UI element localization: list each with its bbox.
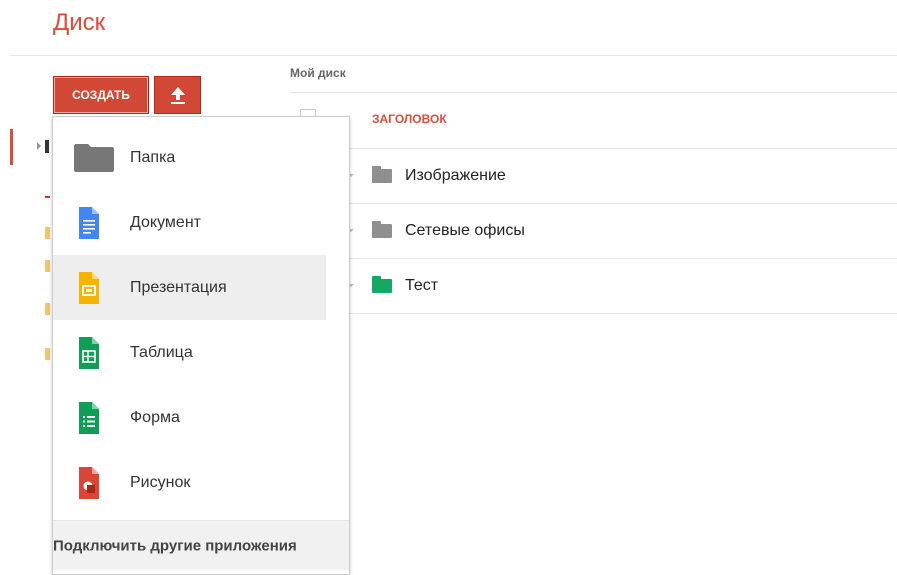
list-divider	[290, 313, 897, 314]
menu-item-label: Папка	[130, 148, 176, 166]
list-divider	[290, 92, 897, 93]
file-name[interactable]: Изображение	[405, 167, 506, 185]
sidebar-item-fragment	[45, 260, 50, 272]
list-divider	[290, 148, 897, 149]
sidebar-item-fragment	[45, 196, 50, 198]
folder-icon	[372, 221, 392, 238]
menu-item-form[interactable]: Форма	[53, 385, 326, 450]
breadcrumb[interactable]: Мой диск	[290, 66, 346, 80]
connect-apps-label: Подключить другие приложения	[53, 537, 297, 554]
sidebar-item-fragment	[45, 227, 50, 239]
file-name[interactable]: Тест	[405, 277, 438, 295]
drawing-icon	[79, 466, 99, 499]
connect-apps-item[interactable]: Подключить другие приложения	[53, 520, 349, 570]
create-menu: Папка Документ Презентация Таблица Форма…	[52, 116, 350, 575]
forms-icon	[79, 401, 99, 434]
menu-item-document[interactable]: Документ	[53, 190, 326, 255]
sidebar-item-fragment	[45, 140, 49, 153]
folder-icon	[372, 166, 392, 183]
upload-button[interactable]	[154, 76, 201, 114]
sidebar-expand-caret-icon[interactable]	[37, 142, 41, 150]
file-name[interactable]: Сетевые офисы	[405, 222, 525, 240]
menu-item-drawing[interactable]: Рисунок	[53, 450, 326, 515]
header-divider	[10, 55, 897, 56]
menu-item-label: Презентация	[130, 278, 227, 296]
menu-item-presentation[interactable]: Презентация	[53, 255, 326, 320]
create-button[interactable]: СОЗДАТЬ	[53, 76, 149, 114]
menu-item-label: Таблица	[130, 343, 193, 361]
folder-icon	[372, 276, 392, 293]
menu-item-folder[interactable]: Папка	[53, 125, 326, 190]
menu-item-label: Рисунок	[130, 473, 191, 491]
sidebar-item-fragment	[45, 303, 50, 315]
sidebar-item-fragment	[45, 348, 50, 360]
upload-arrow-icon	[170, 87, 185, 104]
title-column-header[interactable]: ЗАГОЛОВОК	[372, 112, 447, 126]
docs-icon	[79, 206, 99, 239]
folder-icon	[74, 143, 114, 172]
sidebar-active-indicator	[10, 129, 13, 165]
menu-item-spreadsheet[interactable]: Таблица	[53, 320, 326, 385]
slides-icon	[79, 271, 99, 304]
list-divider	[290, 258, 897, 259]
sheets-icon	[79, 336, 99, 369]
menu-item-label: Документ	[130, 213, 201, 231]
menu-item-label: Форма	[130, 408, 180, 426]
list-divider	[290, 203, 897, 204]
app-title: Диск	[53, 9, 106, 36]
